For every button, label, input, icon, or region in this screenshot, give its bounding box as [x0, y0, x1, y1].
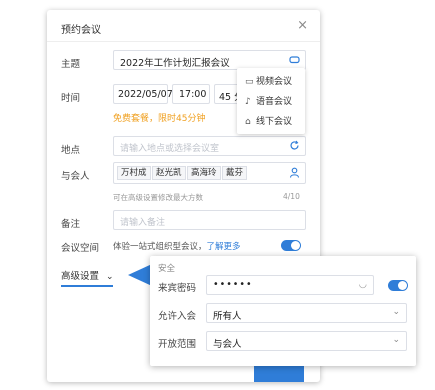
- attendee-tag[interactable]: 赵光凯: [152, 166, 186, 180]
- scope-label: 开放范围: [158, 339, 197, 350]
- scope-value: 与会人: [213, 339, 242, 350]
- free-plan-notice: 免费套餐，限时45分钟: [113, 114, 206, 124]
- microphone-icon: ♪: [245, 97, 251, 107]
- refresh-icon[interactable]: [289, 140, 300, 154]
- menu-item-offline[interactable]: ⌂ 线下会议: [245, 114, 292, 127]
- subject-value: 2022年工作计划汇报会议: [120, 58, 230, 69]
- space-desc-text: 体验一站式组织型会议，: [113, 242, 207, 252]
- password-value: ••••••: [213, 279, 253, 290]
- attendees-hint: 可在高级设置修改最大方数: [113, 193, 203, 202]
- allow-join-select[interactable]: 所有人 ⌄: [206, 303, 407, 323]
- video-icon: ▭: [245, 77, 254, 87]
- advanced-settings-panel: 安全 来宾密码 •••••• ◡ 允许入会 所有人 ⌄ 开放范围 与会人 ⌄: [150, 256, 416, 366]
- date-value: 2022/05/07: [118, 89, 173, 100]
- attendee-tag[interactable]: 万村成: [117, 166, 151, 180]
- hour-value: 17:00: [179, 89, 207, 100]
- meeting-type-menu: ▭ 视频会议 ♪ 语音会议 ⌂ 线下会议: [237, 68, 305, 134]
- notes-placeholder: 请输入备注: [120, 218, 166, 228]
- space-description: 体验一站式组织型会议，了解更多: [113, 240, 241, 252]
- notes-input[interactable]: 请输入备注: [113, 210, 306, 230]
- dialog-title: 预约会议: [61, 25, 101, 36]
- location-label: 地点: [61, 145, 81, 156]
- password-input[interactable]: •••••• ◡: [206, 275, 374, 295]
- subject-label: 主题: [61, 59, 81, 70]
- hour-picker[interactable]: 17:00: [172, 84, 210, 104]
- allow-join-value: 所有人: [213, 311, 242, 322]
- password-toggle[interactable]: [388, 280, 408, 291]
- home-icon: ⌂: [245, 117, 251, 127]
- date-picker[interactable]: 2022/05/07: [113, 84, 173, 104]
- allow-join-label: 允许入会: [158, 311, 197, 322]
- location-input[interactable]: 请输入地点或选择会议室: [113, 136, 306, 156]
- add-person-icon[interactable]: [289, 167, 300, 181]
- time-label: 时间: [61, 93, 81, 104]
- chevron-down-icon: ⌄: [392, 335, 400, 345]
- eye-hidden-icon[interactable]: ◡: [359, 279, 367, 290]
- video-camera-icon[interactable]: [289, 54, 300, 68]
- chevron-down-icon: ⌄: [392, 307, 400, 317]
- title-divider: [47, 41, 320, 42]
- chevron-down-icon: ⌄: [106, 272, 114, 282]
- advanced-settings-toggle[interactable]: 高级设置 ⌄: [61, 268, 114, 282]
- location-placeholder: 请输入地点或选择会议室: [120, 144, 220, 154]
- security-section-title: 安全: [158, 264, 176, 274]
- close-icon[interactable]: ×: [297, 18, 308, 33]
- attendees-label: 与会人: [61, 171, 90, 182]
- menu-item-video[interactable]: ▭ 视频会议: [245, 74, 292, 87]
- pointer-arrow: [128, 264, 152, 286]
- advanced-label: 高级设置: [61, 271, 100, 282]
- advanced-underline: [61, 285, 113, 287]
- attendee-tag[interactable]: 戴芬: [222, 166, 248, 180]
- attendees-count: 4/10: [283, 192, 300, 201]
- space-toggle[interactable]: [281, 240, 301, 251]
- attendee-tag[interactable]: 高海玲: [187, 166, 221, 180]
- subject-input[interactable]: 2022年工作计划汇报会议: [113, 50, 306, 70]
- menu-item-voice[interactable]: ♪ 语音会议: [245, 94, 292, 107]
- scope-select[interactable]: 与会人 ⌄: [206, 331, 407, 351]
- learn-more-link[interactable]: 了解更多: [207, 242, 241, 252]
- space-label: 会议空间: [61, 243, 100, 254]
- notes-label: 备注: [61, 219, 81, 230]
- password-label: 来宾密码: [158, 283, 197, 294]
